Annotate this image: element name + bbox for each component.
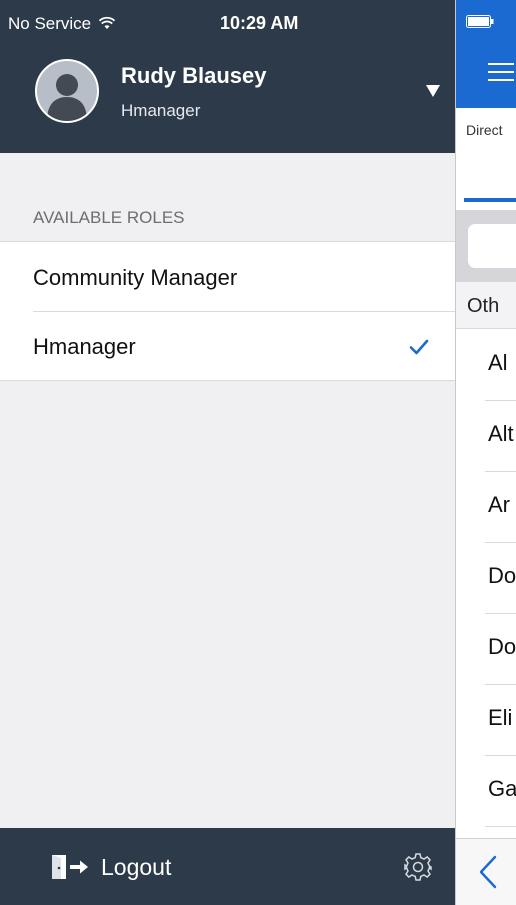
- background-screen-peek[interactable]: Direct Oth Al Alt Ar Do Do Eli Ga: [455, 0, 516, 905]
- list-item-label: Eli: [488, 705, 513, 730]
- active-tab-indicator: [464, 198, 516, 202]
- avatar[interactable]: [35, 59, 99, 123]
- list-item[interactable]: Al: [456, 330, 516, 401]
- available-roles-heading: AVAILABLE ROLES: [33, 208, 185, 227]
- list-section-header: Oth: [456, 282, 516, 329]
- status-bar-time: 10:29 AM: [220, 13, 299, 33]
- logout-button[interactable]: Logout: [101, 854, 171, 881]
- carrier-label: No Service: [8, 14, 92, 33]
- checkmark-icon: [409, 339, 429, 355]
- list-item[interactable]: Do: [456, 543, 516, 614]
- toolbar: [456, 838, 516, 905]
- drawer-header: No Service 10:29 AM Rudy Blausey Hmanage…: [0, 0, 455, 153]
- person-icon: [47, 74, 87, 121]
- side-drawer: No Service 10:29 AM Rudy Blausey Hmanage…: [0, 0, 455, 905]
- hamburger-menu-icon[interactable]: [488, 61, 514, 83]
- battery-icon: [466, 15, 494, 28]
- list-item-label: Al: [488, 350, 508, 375]
- list-item[interactable]: Ar: [456, 472, 516, 543]
- list-item-label: Do: [488, 634, 516, 659]
- roles-list: Community Manager Hmanager: [0, 241, 455, 381]
- list-item-label: Ga: [488, 776, 516, 801]
- drawer-footer: Logout: [0, 828, 455, 905]
- tab-directory[interactable]: Direct: [456, 108, 516, 205]
- wifi-icon: [98, 16, 115, 29]
- gear-icon[interactable]: [403, 852, 433, 882]
- role-label: Hmanager: [33, 334, 136, 359]
- divider: [485, 826, 516, 827]
- tab-label: Direct: [466, 122, 503, 138]
- role-item-community-manager[interactable]: Community Manager: [0, 242, 455, 311]
- role-item-hmanager[interactable]: Hmanager: [0, 311, 455, 380]
- nav-bar: [456, 0, 516, 108]
- list-item[interactable]: Do: [456, 614, 516, 685]
- caret-down-icon[interactable]: [425, 84, 441, 98]
- back-chevron-icon[interactable]: [478, 855, 498, 889]
- user-name: Rudy Blausey: [121, 63, 267, 88]
- role-label: Community Manager: [33, 265, 238, 290]
- list-item-label: Ar: [488, 492, 510, 517]
- section-label: Oth: [467, 295, 500, 317]
- search-bar-area: [456, 210, 516, 282]
- logout-icon[interactable]: [50, 854, 90, 880]
- user-current-role: Hmanager: [121, 101, 201, 120]
- list-item[interactable]: Alt: [456, 401, 516, 472]
- list-item[interactable]: Ga: [456, 756, 516, 827]
- search-input[interactable]: [468, 224, 516, 268]
- list-item-label: Alt: [488, 421, 514, 446]
- list-item-label: Do: [488, 563, 516, 588]
- list-item[interactable]: Eli: [456, 685, 516, 756]
- status-bar-carrier: No Service: [8, 14, 115, 34]
